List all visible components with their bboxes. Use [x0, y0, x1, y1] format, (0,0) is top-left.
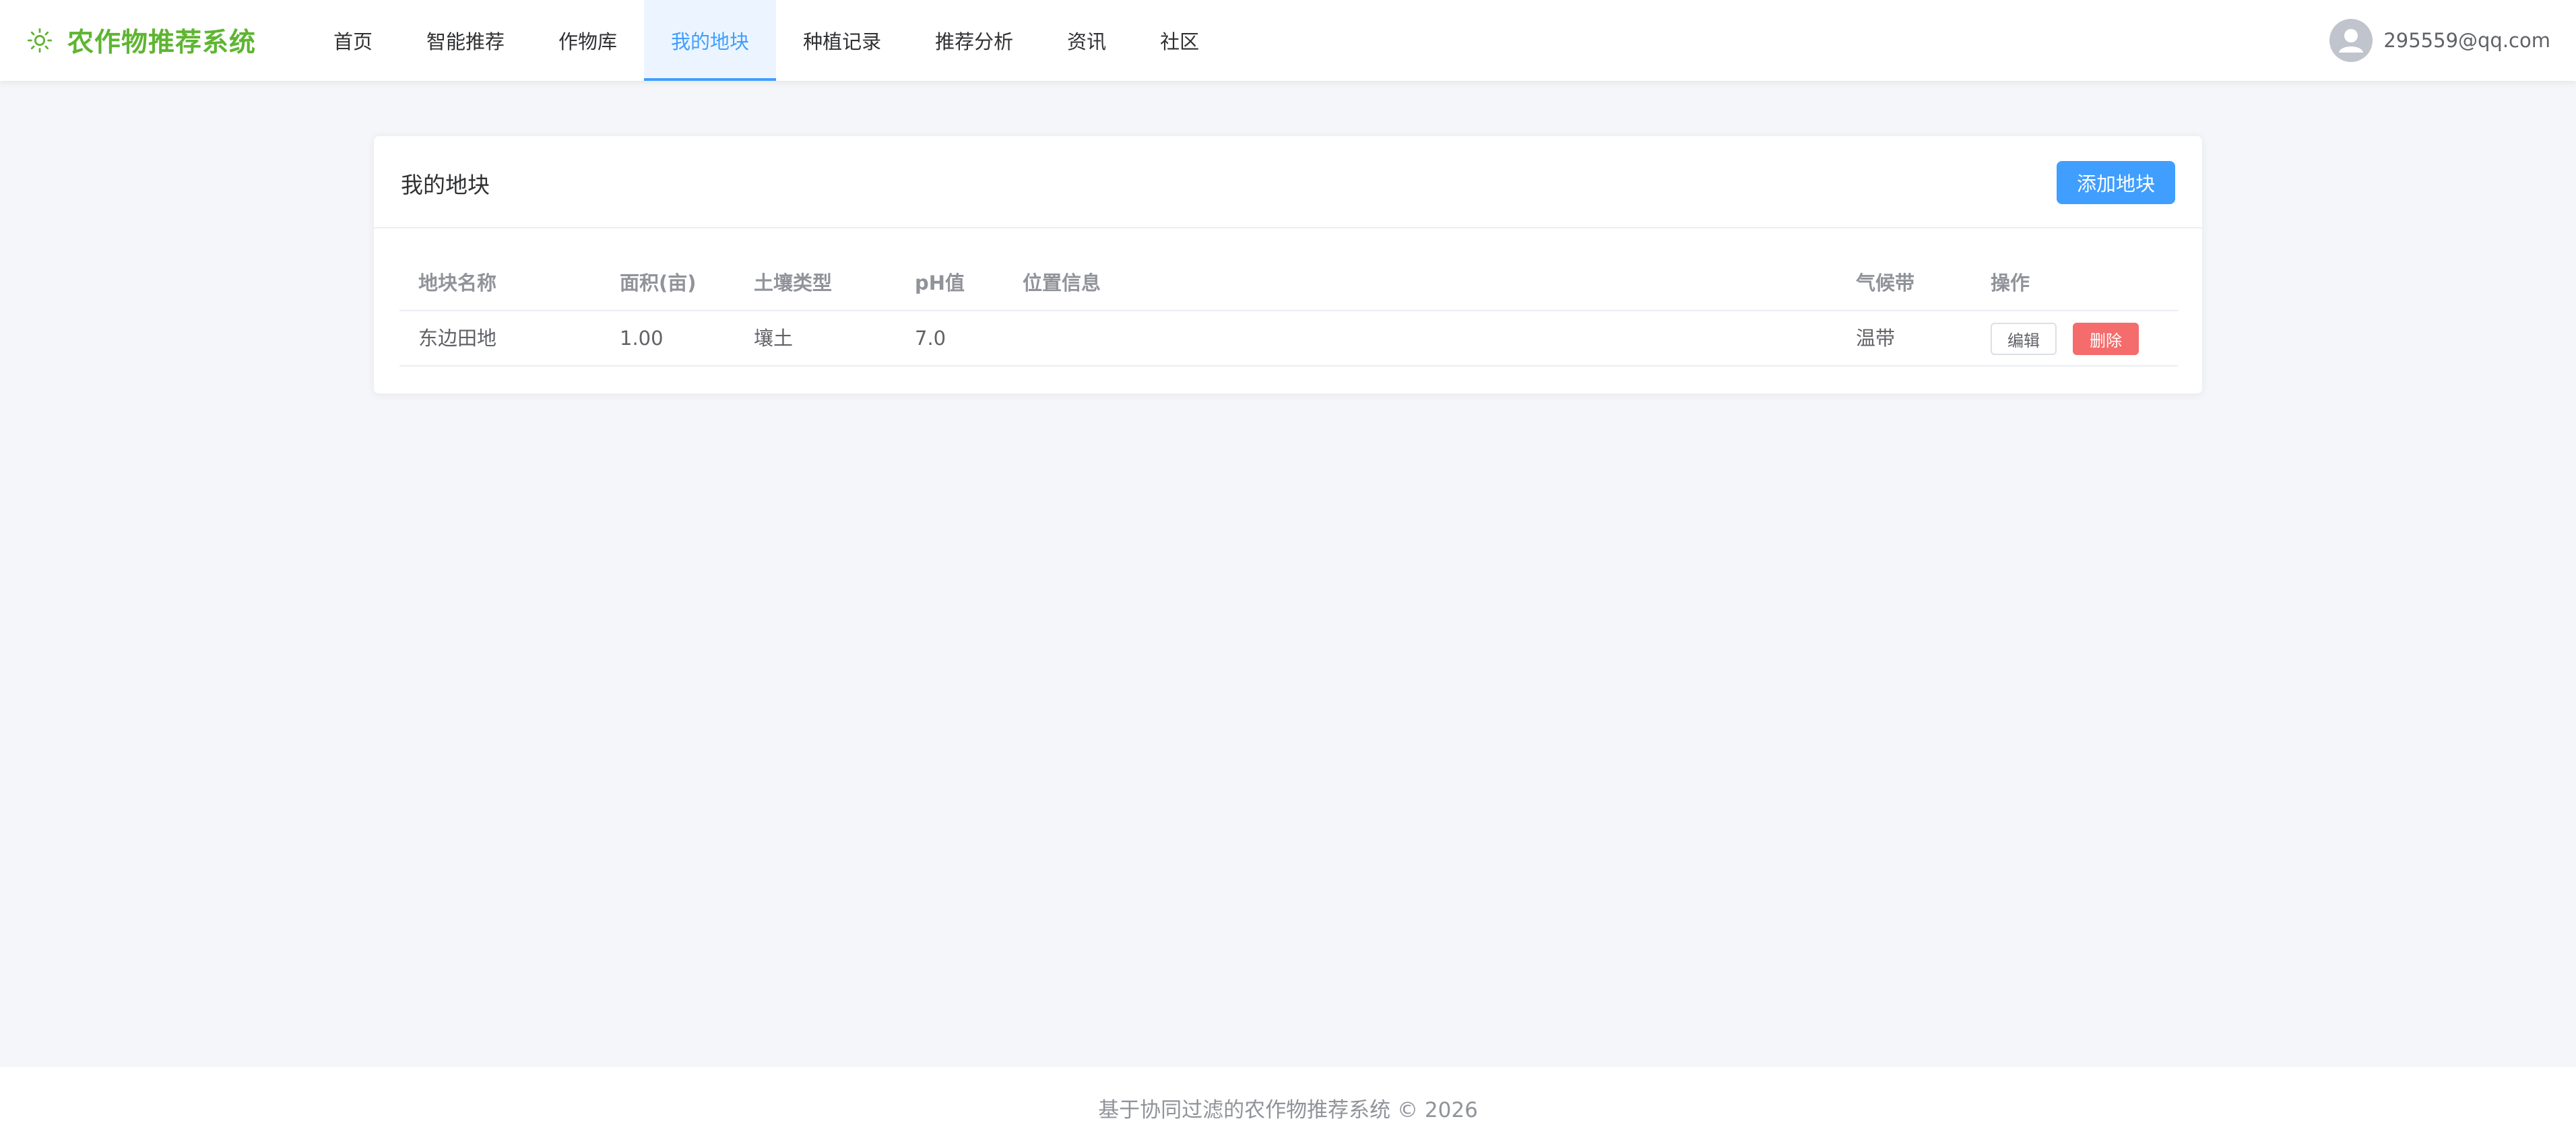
card-title: 我的地块	[401, 172, 490, 198]
main-nav: 首页 智能推荐 作物库 我的地块 种植记录 推荐分析 资讯 社区	[307, 0, 1226, 81]
nav-item-label: 作物库	[558, 30, 618, 53]
nav-item-planting-records[interactable]: 种植记录	[776, 0, 908, 81]
nav-item-home[interactable]: 首页	[307, 0, 399, 81]
top-navbar: 农作物推荐系统 首页 智能推荐 作物库 我的地块 种植记录 推荐分析 资讯 社区	[0, 0, 2576, 81]
table-header-row: 地块名称 面积(亩) 土壤类型 pH值 位置信息 气候带 操作	[399, 256, 2178, 311]
nav-item-label: 首页	[333, 30, 373, 53]
nav-item-label: 智能推荐	[426, 30, 505, 53]
nav-item-crop-library[interactable]: 作物库	[532, 0, 644, 81]
nav-item-my-plots[interactable]: 我的地块	[644, 0, 777, 81]
nav-item-label: 社区	[1160, 30, 1200, 53]
table-row[interactable]: 东边田地 1.00 壤土 7.0 温带 编辑 删除	[399, 311, 2178, 366]
row-actions: 编辑 删除	[1991, 323, 2139, 355]
column-header-climate[interactable]: 气候带	[1856, 256, 1914, 310]
nav-item-community[interactable]: 社区	[1133, 0, 1226, 81]
cell-ph: 7.0	[915, 327, 946, 350]
footer: 基于协同过滤的农作物推荐系统 © 2026	[0, 1067, 2576, 1148]
nav-item-label: 推荐分析	[935, 30, 1014, 53]
edit-button[interactable]: 编辑	[1991, 323, 2057, 355]
cell-climate: 温带	[1856, 327, 1896, 350]
card-header: 我的地块 添加地块	[374, 136, 2202, 228]
plots-table: 地块名称 面积(亩) 土壤类型 pH值 位置信息 气候带 操作 东边田地 1.0…	[399, 256, 2178, 366]
column-header-ph[interactable]: pH值	[915, 256, 965, 310]
user-email: 295559@qq.com	[2383, 29, 2550, 52]
nav-item-label: 我的地块	[671, 30, 750, 53]
my-plots-card: 我的地块 添加地块 地块名称 面积(亩) 土壤类型 pH值 位置信息 气候带 操…	[373, 135, 2203, 394]
footer-copyright: 基于协同过滤的农作物推荐系统 © 2026	[1098, 1097, 1478, 1122]
nav-item-label: 资讯	[1067, 30, 1107, 53]
nav-item-smart-recommend[interactable]: 智能推荐	[399, 0, 532, 81]
nav-item-recommend-analysis[interactable]: 推荐分析	[908, 0, 1040, 81]
user-menu[interactable]: 295559@qq.com	[2329, 0, 2550, 81]
nav-item-news[interactable]: 资讯	[1040, 0, 1133, 81]
cell-soil-type: 壤土	[754, 327, 794, 350]
brand-title: 农作物推荐系统	[67, 28, 257, 58]
column-header-actions: 操作	[1991, 272, 2030, 294]
brand[interactable]: 农作物推荐系统	[26, 0, 256, 81]
user-avatar-icon[interactable]	[2329, 19, 2373, 62]
delete-button[interactable]: 删除	[2073, 323, 2139, 355]
add-plot-button[interactable]: 添加地块	[2057, 161, 2175, 204]
cell-plot-name: 东边田地	[418, 327, 497, 350]
sun-icon	[26, 26, 54, 55]
cell-area: 1.00	[620, 327, 664, 350]
column-header-area[interactable]: 面积(亩)	[620, 256, 697, 310]
column-header-location[interactable]: 位置信息	[1023, 256, 1101, 310]
column-header-name[interactable]: 地块名称	[418, 256, 496, 310]
column-header-soil[interactable]: 土壤类型	[754, 256, 832, 310]
nav-item-label: 种植记录	[803, 30, 882, 53]
